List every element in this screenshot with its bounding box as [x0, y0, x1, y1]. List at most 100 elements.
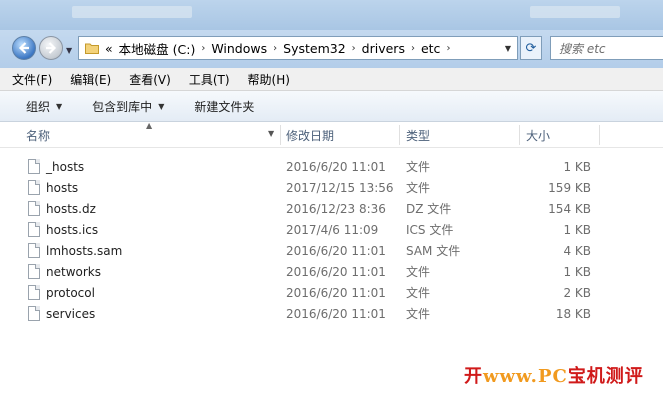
column-type[interactable]: 类型 — [406, 123, 430, 147]
file-row[interactable]: hosts.ics 2017/4/6 11:09 ICS 文件 1 KB — [0, 219, 663, 240]
breadcrumb-local-disk[interactable]: 本地磁盘 (C:) — [119, 39, 196, 58]
menu-bar: 文件(F) 编辑(E) 查看(V) 工具(T) 帮助(H) — [0, 68, 663, 91]
navigation-bar: ▼ « 本地磁盘 (C:) › Windows › System32 › dri… — [0, 30, 663, 68]
file-name: _hosts — [46, 159, 85, 174]
organize-button[interactable]: 组织 ▼ — [26, 98, 62, 115]
file-type: 文件 — [406, 160, 431, 174]
command-toolbar: 组织 ▼ 包含到库中 ▼ 新建文件夹 — [0, 91, 663, 122]
file-icon — [28, 306, 40, 321]
organize-label: 组织 — [26, 99, 51, 114]
breadcrumb-overflow[interactable]: « — [105, 41, 113, 56]
new-folder-label: 新建文件夹 — [194, 99, 255, 114]
column-size[interactable]: 大小 — [526, 123, 550, 147]
breadcrumb-system32[interactable]: System32 — [283, 41, 346, 56]
file-name: protocol — [46, 285, 95, 300]
file-row[interactable]: networks 2016/6/20 11:01 文件 1 KB — [0, 261, 663, 282]
menu-file[interactable]: 文件(F) — [6, 71, 58, 88]
file-size: 154 KB — [548, 201, 591, 216]
menu-edit[interactable]: 编辑(E) — [64, 71, 117, 88]
search-input[interactable]: 搜索 etc — [550, 36, 663, 60]
chevron-down-icon: ▼ — [56, 101, 63, 111]
file-name: networks — [46, 264, 101, 279]
file-row[interactable]: lmhosts.sam 2016/6/20 11:01 SAM 文件 4 KB — [0, 240, 663, 261]
search-placeholder: 搜索 etc — [559, 41, 606, 56]
back-button[interactable] — [12, 36, 36, 60]
file-size: 159 KB — [548, 180, 591, 195]
file-type: 文件 — [406, 286, 431, 300]
file-date: 2016/6/20 11:01 — [286, 264, 386, 279]
breadcrumb: « 本地磁盘 (C:) › Windows › System32 › drive… — [105, 39, 456, 58]
recent-pages-dropdown[interactable]: ▼ — [66, 46, 72, 55]
file-row[interactable]: hosts.dz 2016/12/23 8:36 DZ 文件 154 KB — [0, 198, 663, 219]
file-name: hosts.dz — [46, 201, 96, 216]
column-date[interactable]: 修改日期 — [286, 123, 334, 147]
file-name: lmhosts.sam — [46, 243, 123, 258]
watermark-left: 开 — [464, 366, 483, 387]
refresh-icon: ⟳ — [525, 40, 537, 56]
file-size: 1 KB — [563, 159, 591, 174]
file-size: 1 KB — [563, 264, 591, 279]
file-row[interactable]: protocol 2016/6/20 11:01 文件 2 KB — [0, 282, 663, 303]
include-library-label: 包含到库中 — [92, 99, 153, 114]
breadcrumb-etc[interactable]: etc — [421, 41, 440, 56]
file-row[interactable]: hosts 2017/12/15 13:56 文件 159 KB — [0, 177, 663, 198]
include-library-button[interactable]: 包含到库中 ▼ — [92, 98, 164, 115]
file-date: 2017/12/15 13:56 — [286, 180, 394, 195]
file-name: hosts — [46, 180, 79, 195]
chevron-right-icon[interactable]: › — [446, 43, 450, 54]
menu-tools[interactable]: 工具(T) — [183, 71, 236, 88]
column-divider[interactable] — [280, 125, 281, 145]
breadcrumb-drivers[interactable]: drivers — [362, 41, 405, 56]
chevron-right-icon[interactable]: › — [352, 43, 356, 54]
watermark: 开www.PC宝机测评 — [464, 362, 644, 388]
address-dropdown-icon[interactable]: ▼ — [505, 44, 511, 53]
column-header: ▲ 名称 ▼ 修改日期 类型 大小 — [0, 121, 663, 148]
file-size: 2 KB — [563, 285, 591, 300]
folder-icon — [85, 43, 99, 54]
file-name: services — [46, 306, 96, 321]
file-date: 2016/6/20 11:01 — [286, 306, 386, 321]
chevron-right-icon[interactable]: › — [411, 43, 415, 54]
chevron-right-icon[interactable]: › — [273, 43, 277, 54]
forward-button[interactable] — [39, 36, 63, 60]
file-size: 18 KB — [555, 306, 591, 321]
watermark-right: 宝机测评 — [567, 366, 644, 387]
arrow-left-icon — [18, 42, 29, 54]
chevron-right-icon[interactable]: › — [201, 43, 205, 54]
file-type: 文件 — [406, 181, 431, 195]
file-icon — [28, 243, 40, 258]
column-divider[interactable] — [519, 125, 520, 145]
column-divider[interactable] — [399, 125, 400, 145]
watermark-middle: www.PC — [483, 366, 568, 387]
column-divider[interactable] — [599, 125, 600, 145]
title-bar — [0, 0, 663, 30]
file-icon — [28, 201, 40, 216]
file-type: 文件 — [406, 265, 431, 279]
file-row[interactable]: services 2016/6/20 11:01 文件 18 KB — [0, 303, 663, 324]
address-bar[interactable]: « 本地磁盘 (C:) › Windows › System32 › drive… — [78, 36, 518, 60]
file-icon — [28, 180, 40, 195]
file-name: hosts.ics — [46, 222, 99, 237]
file-icon — [28, 222, 40, 237]
file-list: _hosts 2016/6/20 11:01 文件 1 KB hosts 201… — [0, 156, 663, 324]
title-blur — [72, 6, 192, 18]
file-date: 2016/6/20 11:01 — [286, 243, 386, 258]
file-row[interactable]: _hosts 2016/6/20 11:01 文件 1 KB — [0, 156, 663, 177]
breadcrumb-windows[interactable]: Windows — [211, 41, 267, 56]
file-type: SAM 文件 — [406, 244, 461, 258]
menu-view[interactable]: 查看(V) — [123, 71, 177, 88]
column-name[interactable]: 名称 — [26, 123, 50, 147]
sort-ascending-icon: ▲ — [146, 121, 153, 130]
file-date: 2017/4/6 11:09 — [286, 222, 379, 237]
file-date: 2016/6/20 11:01 — [286, 159, 386, 174]
file-size: 1 KB — [563, 222, 591, 237]
file-icon — [28, 285, 40, 300]
new-folder-button[interactable]: 新建文件夹 — [194, 98, 254, 115]
chevron-down-icon: ▼ — [158, 101, 165, 111]
refresh-button[interactable]: ⟳ — [520, 36, 542, 60]
file-icon — [28, 159, 40, 174]
file-type: 文件 — [406, 307, 431, 321]
menu-help[interactable]: 帮助(H) — [242, 71, 296, 88]
column-filter-dropdown-icon[interactable]: ▼ — [268, 129, 274, 138]
file-date: 2016/12/23 8:36 — [286, 201, 386, 216]
